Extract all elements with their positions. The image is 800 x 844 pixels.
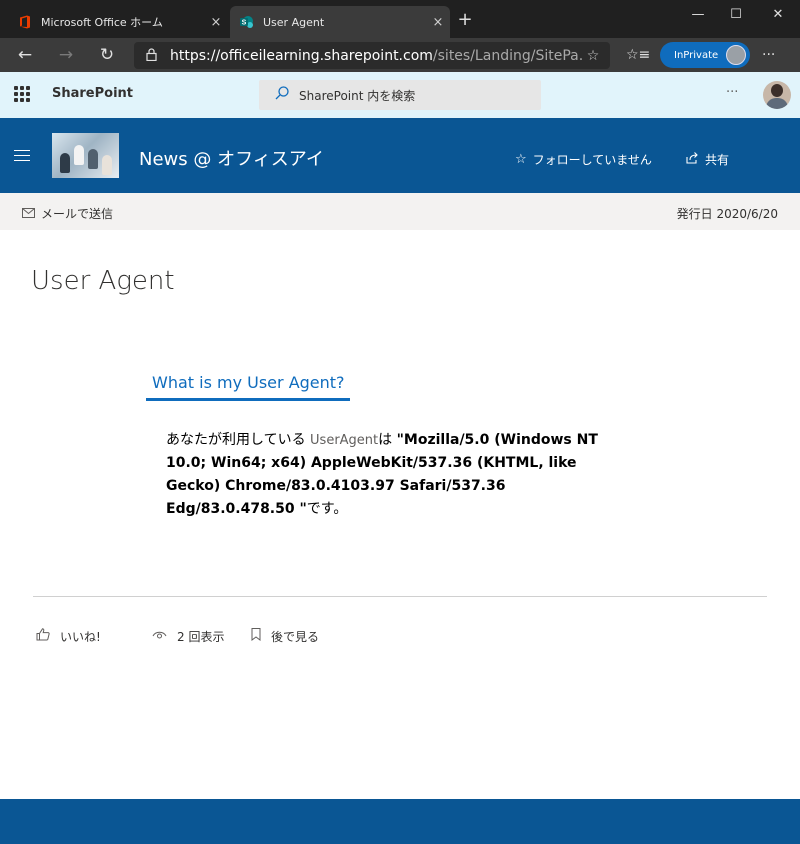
share-label: 共有 — [705, 153, 730, 167]
browser-toolbar: ← → ↻ https://officeilearning.sharepoint… — [0, 38, 800, 72]
app-launcher-icon[interactable] — [14, 86, 30, 102]
body-suffix: です。 — [306, 501, 348, 517]
refresh-icon[interactable]: ↻ — [94, 43, 120, 67]
site-title[interactable]: News @ オフィスアイ — [139, 145, 324, 171]
body-useragent-word: UserAgent — [310, 433, 379, 448]
like-label: いいね! — [60, 630, 101, 644]
new-tab-button[interactable]: + — [455, 10, 475, 30]
tab-close-icon[interactable]: × — [426, 15, 450, 30]
tab-title: Microsoft Office ホーム — [41, 16, 163, 29]
section-title: What is my User Agent? — [152, 373, 345, 392]
minimize-button[interactable]: — — [678, 4, 718, 26]
profile-avatar-icon — [726, 45, 746, 65]
published-date: 発行日 2020/6/20 — [676, 207, 778, 221]
hamburger-menu-icon[interactable] — [14, 150, 30, 162]
inprivate-label: InPrivate — [674, 49, 719, 61]
url-text: https://officeilearning.sharepoint.com/s… — [170, 48, 582, 64]
sharepoint-brand-link[interactable]: SharePoint — [52, 86, 133, 101]
search-icon — [275, 86, 291, 104]
save-for-later-button[interactable]: 後で見る — [251, 628, 319, 645]
body-prefix: あなたが利用している — [166, 432, 311, 448]
save-for-later-label: 後で見る — [271, 630, 320, 644]
back-arrow-icon[interactable]: ← — [12, 43, 38, 67]
section-underline — [146, 398, 350, 401]
search-box[interactable]: SharePoint 内を検索 — [259, 80, 541, 110]
suite-bar: SharePoint SharePoint 内を検索 ··· — [0, 72, 800, 118]
browser-tab-strip: Microsoft Office ホーム × S User Agent × + … — [0, 0, 800, 38]
tab-user-agent[interactable]: S User Agent × — [230, 6, 450, 38]
tab-office-home[interactable]: Microsoft Office ホーム × — [8, 6, 228, 38]
browser-more-button[interactable]: ··· — [762, 43, 775, 67]
bookmark-icon — [251, 628, 261, 645]
tab-close-icon[interactable]: × — [204, 15, 228, 30]
mail-icon — [22, 207, 35, 221]
view-count: 2 回表示 — [152, 628, 224, 645]
address-bar[interactable]: https://officeilearning.sharepoint.com/s… — [134, 42, 610, 69]
site-footer — [0, 799, 800, 844]
url-path: /sites/Landing/SitePa... — [432, 47, 582, 64]
page-title: User Agent — [31, 266, 175, 296]
favorites-icon[interactable]: ☆≡ — [626, 43, 650, 67]
command-bar: メールで送信 発行日 2020/6/20 — [0, 193, 800, 230]
send-by-email-button[interactable]: メールで送信 — [22, 205, 113, 222]
send-by-email-label: メールで送信 — [41, 207, 114, 221]
lock-icon — [146, 47, 164, 64]
site-logo[interactable] — [52, 133, 119, 178]
url-host: https://officeilearning.sharepoint.com — [170, 47, 433, 64]
share-icon — [686, 151, 699, 168]
tab-title: User Agent — [263, 15, 325, 29]
sharepoint-favicon-icon: S — [240, 15, 254, 29]
maximize-button[interactable]: ☐ — [716, 4, 756, 26]
forward-arrow-icon[interactable]: → — [53, 43, 79, 67]
site-header: News @ オフィスアイ ☆ フォローしていません 共有 — [0, 118, 800, 193]
view-count-label: 2 回表示 — [177, 630, 225, 644]
content-divider — [33, 596, 767, 597]
user-agent-text: あなたが利用している UserAgentは "Mozilla/5.0 (Wind… — [166, 429, 626, 521]
like-button[interactable]: いいね! — [36, 628, 101, 645]
follow-label: フォローしていません — [532, 153, 652, 167]
user-avatar[interactable] — [763, 81, 791, 109]
body-mid: は — [378, 432, 397, 448]
eye-icon — [152, 629, 167, 644]
suite-more-button[interactable]: ··· — [726, 85, 738, 100]
follow-button[interactable]: ☆ フォローしていません — [515, 151, 652, 168]
svg-text:S: S — [242, 20, 247, 27]
star-icon: ☆ — [515, 152, 527, 167]
search-placeholder: SharePoint 内を検索 — [299, 88, 416, 103]
inprivate-button[interactable]: InPrivate — [660, 42, 750, 68]
window-close-button[interactable]: ✕ — [758, 4, 798, 26]
office-logo-icon — [18, 15, 32, 29]
thumbs-up-icon — [36, 628, 50, 645]
favorite-star-icon[interactable]: ☆ — [582, 48, 604, 64]
share-button[interactable]: 共有 — [686, 151, 729, 168]
